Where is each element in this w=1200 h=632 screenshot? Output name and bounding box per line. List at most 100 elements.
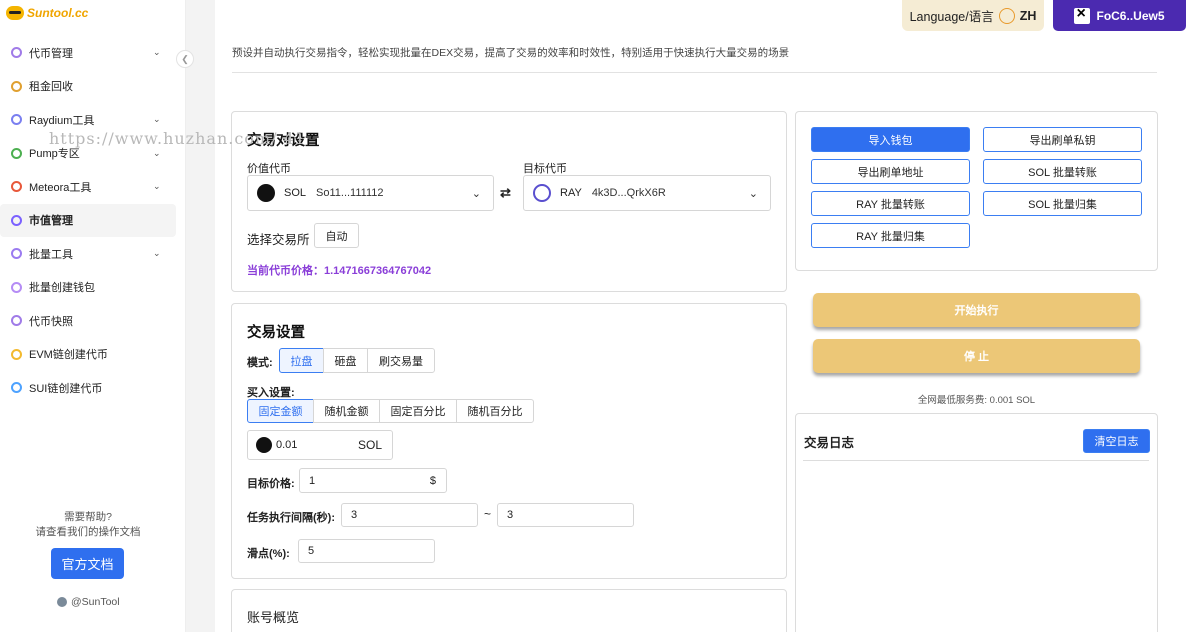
start-button[interactable]: 开始执行 xyxy=(813,293,1140,327)
sidebar-collapse-button[interactable]: ❮ xyxy=(176,50,194,68)
divider xyxy=(232,72,1157,73)
swap-icon[interactable]: ⇄ xyxy=(500,185,511,201)
sui-icon xyxy=(11,382,22,394)
sidebar-item-8[interactable]: 代币快照 xyxy=(0,304,186,338)
buy-random-percent-tab[interactable]: 随机百分比 xyxy=(456,399,534,423)
slippage-label: 滑点(%): xyxy=(247,548,290,560)
current-price: 当前代币价格：1.1471667364767042 xyxy=(247,262,431,278)
sol-batch-transfer-button[interactable]: SOL 批量转账 xyxy=(983,159,1142,184)
chevron-down-icon: ⌄ xyxy=(153,181,161,191)
exchange-select[interactable]: 自动 xyxy=(314,223,359,248)
docs-button[interactable]: 官方文档 xyxy=(51,548,124,579)
value-token-symbol: SOL xyxy=(284,187,307,199)
sidebar-item-7[interactable]: 批量创建钱包 xyxy=(0,271,186,305)
interval-min-input[interactable]: 3 xyxy=(341,503,478,527)
interval-max-value: 3 xyxy=(507,509,514,521)
slippage-input[interactable]: 5 xyxy=(298,539,435,563)
price-label: 当前代币价格： xyxy=(247,265,324,277)
sidebar-item-label: Meteora工具 xyxy=(29,181,92,194)
sidebar-item-label: 代币管理 xyxy=(29,47,73,60)
brand-logo[interactable]: Suntool.cc xyxy=(6,6,88,20)
target-token-select[interactable]: RAY 4k3D...QrkX6R ⌄ xyxy=(523,175,771,211)
interval-separator: ~ xyxy=(484,507,492,521)
mode-dump-tab[interactable]: 砸盘 xyxy=(323,348,368,373)
value-token-address: So11...111112 xyxy=(316,187,384,199)
raydium-icon xyxy=(11,114,22,126)
price-value: 1.1471667364767042 xyxy=(324,265,432,277)
language-switcher[interactable]: Language/语言 ZH xyxy=(902,0,1044,31)
meteora-icon xyxy=(11,181,22,193)
sidebar-item-6[interactable]: 批量工具 ⌄ xyxy=(0,237,186,271)
account-overview-title: 账号概览 xyxy=(247,610,300,625)
sidebar-item-4[interactable]: Meteora工具 ⌄ xyxy=(0,170,186,204)
send-icon xyxy=(11,248,22,260)
export-keys-button[interactable]: 导出刷单私钥 xyxy=(983,127,1142,152)
telegram-handle: @SunTool xyxy=(71,596,120,608)
sol-batch-collect-button[interactable]: SOL 批量归集 xyxy=(983,191,1142,216)
log-divider xyxy=(803,460,1149,461)
bnb-icon xyxy=(11,348,22,360)
amount-input[interactable]: 0.01 SOL xyxy=(247,430,393,460)
okx-wallet-icon xyxy=(1074,5,1091,24)
value-token-select[interactable]: SOL So11...111112 ⌄ xyxy=(247,175,494,211)
sidebar-item-label: EVM链创建代币 xyxy=(29,349,108,362)
watermark: https://www.huzhan.com/ 41 xyxy=(49,129,306,148)
sidebar-item-10[interactable]: SUI链创建代币 xyxy=(0,371,186,405)
language-code: ZH xyxy=(1019,8,1037,23)
trade-log-title: 交易日志 xyxy=(804,436,855,450)
sidebar: Suntool.cc 代币管理 ⌄ 租金回收 Raydium工具 ⌄ Pump专区 ⌄ Met… xyxy=(0,0,186,632)
buy-random-amount-tab[interactable]: 随机金额 xyxy=(313,399,380,423)
sidebar-item-0[interactable]: 代币管理 ⌄ xyxy=(0,36,186,70)
telegram-icon xyxy=(57,597,67,607)
wallet-address: FoC6..Uew5 xyxy=(1096,8,1165,23)
mode-label: 模式: xyxy=(247,357,273,369)
sidebar-item-label: 批量创建钱包 xyxy=(29,282,95,295)
ray-batch-transfer-button[interactable]: RAY 批量转账 xyxy=(811,191,970,216)
target-token-symbol: RAY xyxy=(560,187,582,199)
sol-token-icon xyxy=(256,437,272,453)
sidebar-item-label: 代币快照 xyxy=(29,315,73,328)
sidebar-item-1[interactable]: 租金回收 xyxy=(0,70,186,104)
interval-max-input[interactable]: 3 xyxy=(497,503,634,527)
telegram-link[interactable]: @SunTool xyxy=(57,596,120,608)
import-wallet-button[interactable]: 导入钱包 xyxy=(811,127,970,152)
wallet-icon xyxy=(11,281,22,293)
target-token-label: 目标代币 xyxy=(523,163,567,175)
page-description: 预设并自动执行交易指令，轻松实现批量在DEX交易，提高了交易的效率和时效性，特别… xyxy=(232,47,790,59)
interval-label: 任务执行间隔(秒): xyxy=(247,512,335,524)
clear-log-button[interactable]: 清空日志 xyxy=(1083,429,1150,453)
buy-fixed-amount-tab[interactable]: 固定金额 xyxy=(247,399,314,423)
slippage-value: 5 xyxy=(308,545,315,557)
target-price-label: 目标价格: xyxy=(247,478,295,490)
chevron-down-icon: ⌄ xyxy=(471,188,481,200)
sidebar-item-label: 批量工具 xyxy=(29,248,73,261)
coin-icon xyxy=(11,47,22,59)
recycle-icon xyxy=(11,80,22,92)
buy-fixed-percent-tab[interactable]: 固定百分比 xyxy=(379,399,457,423)
wallet-button[interactable]: FoC6..Uew5 xyxy=(1053,0,1186,31)
interval-min-value: 3 xyxy=(351,509,358,521)
globe-icon xyxy=(998,7,1015,24)
sidebar-item-label: Raydium工具 xyxy=(29,114,95,127)
mode-tabs: 拉盘 砸盘 刷交易量 xyxy=(279,348,435,373)
stop-button[interactable]: 停 止 xyxy=(813,339,1140,373)
export-addresses-button[interactable]: 导出刷单地址 xyxy=(811,159,970,184)
mode-volume-tab[interactable]: 刷交易量 xyxy=(367,348,435,373)
target-price-unit: $ xyxy=(429,474,436,487)
chevron-left-icon: ❮ xyxy=(181,53,189,64)
buy-mode-tabs: 固定金额 随机金额 固定百分比 随机百分比 xyxy=(247,399,534,423)
mode-pump-tab[interactable]: 拉盘 xyxy=(279,348,324,373)
sidebar-item-5[interactable]: 市值管理 xyxy=(0,203,176,237)
language-label: Language/语言 xyxy=(909,10,994,24)
ray-batch-collect-button[interactable]: RAY 批量归集 xyxy=(811,223,970,248)
amount-value: 0.01 xyxy=(276,439,298,451)
service-fee-note: 全网最低服务费: 0.001 SOL xyxy=(917,395,1036,406)
chevron-down-icon: ⌄ xyxy=(153,248,161,258)
sidebar-item-9[interactable]: EVM链创建代币 xyxy=(0,338,186,372)
target-price-input[interactable]: 1 $ xyxy=(299,468,447,493)
brand-name: Suntool.cc xyxy=(27,6,89,20)
robot-icon xyxy=(11,214,22,226)
target-price-value: 1 xyxy=(309,474,316,487)
coin-icon xyxy=(11,315,22,327)
chevron-down-icon: ⌄ xyxy=(153,114,161,124)
